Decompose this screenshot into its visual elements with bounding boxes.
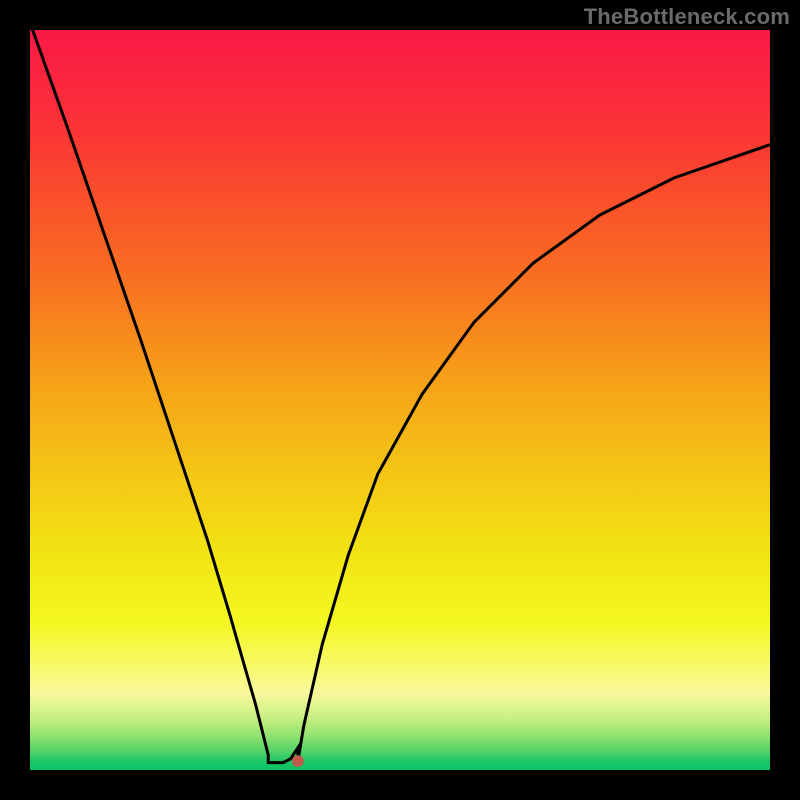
chart-panel [30, 30, 770, 770]
watermark-label: TheBottleneck.com [584, 4, 790, 30]
chart-background [30, 30, 770, 770]
minimum-marker [292, 755, 304, 767]
chart-frame: TheBottleneck.com [0, 0, 800, 800]
